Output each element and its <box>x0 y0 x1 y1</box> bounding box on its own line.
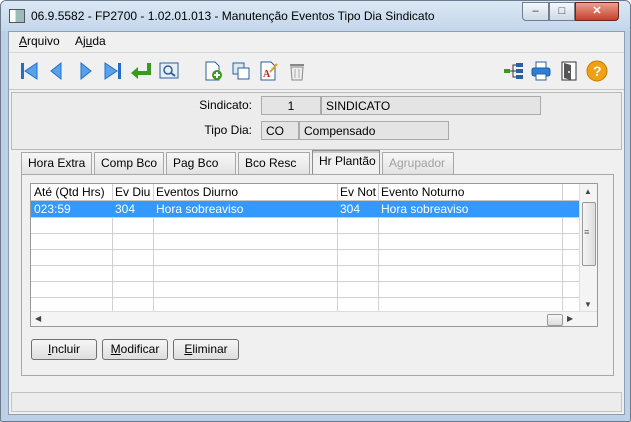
window-title: 06.9.5582 - FP2700 - 1.02.01.013 - Manut… <box>31 9 435 23</box>
status-bar <box>11 392 622 412</box>
eliminar-label: liminar <box>192 342 228 356</box>
scroll-right-icon[interactable]: ▶ <box>567 314 573 323</box>
header-panel: Sindicato: 1 SINDICATO Tipo Dia: CO Comp… <box>11 92 622 150</box>
menu-arquivo[interactable]: Arquivo <box>19 34 60 48</box>
title-bar[interactable]: 06.9.5582 - FP2700 - 1.02.01.013 - Manut… <box>1 1 630 31</box>
exit-icon[interactable] <box>557 59 581 83</box>
client-area: Arquivo Ajuda A ? Sindicato: 1 SINDICATO… <box>8 31 625 415</box>
menu-bar: Arquivo Ajuda <box>9 32 624 52</box>
svg-text:A: A <box>263 69 271 80</box>
scroll-grip-icon: ≡ <box>584 227 590 237</box>
copy-icon[interactable] <box>229 59 253 83</box>
maximize-button[interactable]: □ <box>549 2 575 21</box>
grid-row-line <box>31 281 579 282</box>
grid-row-line <box>31 233 579 234</box>
incluir-button[interactable]: Incluir <box>31 339 97 360</box>
grid-row-line <box>31 249 579 250</box>
cell-ate: 023:59 <box>34 202 71 216</box>
modificar-mnemonic: M <box>110 342 121 356</box>
horizontal-scroll-thumb[interactable] <box>547 314 563 326</box>
grid-row-line <box>31 217 579 218</box>
help-glyph: ? <box>593 63 602 79</box>
events-grid[interactable]: Até (Qtd Hrs) Ev Diu Eventos Diurno Ev N… <box>30 183 598 327</box>
menu-ajuda-label-rest: da <box>92 34 106 48</box>
return-icon[interactable] <box>129 59 153 83</box>
col-header-ev-not[interactable]: Ev Not <box>340 185 376 199</box>
first-icon[interactable] <box>17 59 41 83</box>
next-icon[interactable] <box>73 59 97 83</box>
tab-comp-bco[interactable]: Comp Bco <box>94 152 164 174</box>
tab-agrupador: Agrupador <box>382 152 454 174</box>
menu-arquivo-label: rquivo <box>27 34 60 48</box>
print-icon[interactable] <box>529 59 553 83</box>
close-button[interactable]: ✕ <box>575 2 619 21</box>
tab-content: Até (Qtd Hrs) Ev Diu Eventos Diurno Ev N… <box>21 174 614 376</box>
horizontal-scrollbar[interactable]: ◀ ▶ <box>31 311 597 326</box>
toolbar: A ? <box>9 52 624 90</box>
cell-eventos-diurno: Hora sobreaviso <box>156 202 244 216</box>
grid-header: Até (Qtd Hrs) Ev Diu Eventos Diurno Ev N… <box>31 184 597 201</box>
col-header-evento-noturno[interactable]: Evento Noturno <box>381 185 464 199</box>
delete-icon[interactable] <box>285 59 309 83</box>
tab-hora-extra[interactable]: Hora Extra <box>21 152 92 174</box>
col-header-eventos-diurno[interactable]: Eventos Diurno <box>156 185 238 199</box>
tipo-dia-name-field: Compensado <box>299 121 449 140</box>
cell-ev-not: 304 <box>340 202 361 216</box>
tipo-dia-code-field[interactable]: CO <box>261 121 299 140</box>
edit-icon[interactable]: A <box>257 59 281 83</box>
menu-ajuda-label-pre: Aj <box>75 34 86 48</box>
tipo-dia-label: Tipo Dia: <box>204 123 252 137</box>
cell-ev-diu: 304 <box>115 202 136 216</box>
app-window: 06.9.5582 - FP2700 - 1.02.01.013 - Manut… <box>0 0 631 422</box>
last-icon[interactable] <box>101 59 125 83</box>
menu-arquivo-mnemonic: A <box>19 34 28 48</box>
modificar-button[interactable]: Modificar <box>102 339 168 360</box>
vertical-scroll-thumb[interactable]: ≡ <box>582 202 596 266</box>
scroll-left-icon[interactable]: ◀ <box>35 314 41 323</box>
table-row[interactable]: 023:59 304 Hora sobreaviso 304 Hora sobr… <box>31 201 579 217</box>
eliminar-button[interactable]: Eliminar <box>173 339 239 360</box>
sindicato-label: Sindicato: <box>199 98 252 112</box>
col-header-ate[interactable]: Até (Qtd Hrs) <box>34 185 105 199</box>
incluir-label: ncluir <box>51 342 81 356</box>
zoom-icon[interactable] <box>157 59 181 83</box>
prev-icon[interactable] <box>45 59 69 83</box>
menu-ajuda[interactable]: Ajuda <box>75 34 106 48</box>
structure-icon[interactable] <box>501 59 525 83</box>
cell-evento-noturno: Hora sobreaviso <box>381 202 469 216</box>
tab-pag-bco[interactable]: Pag Bco <box>166 152 236 174</box>
help-icon[interactable]: ? <box>585 59 609 83</box>
app-icon <box>9 9 25 23</box>
sindicato-name-field: SINDICATO <box>321 96 541 115</box>
scroll-up-icon[interactable]: ▲ <box>584 187 592 196</box>
new-icon[interactable] <box>201 59 225 83</box>
tab-hr-plantao[interactable]: Hr Plantão <box>312 150 380 174</box>
modificar-label: odificar <box>120 342 160 356</box>
grid-row-line <box>31 297 579 298</box>
scroll-down-icon[interactable]: ▼ <box>584 300 592 309</box>
vertical-scrollbar[interactable]: ▲ ≡ ▼ <box>579 184 597 314</box>
grid-row-line <box>31 265 579 266</box>
minimize-button[interactable]: – <box>522 2 549 21</box>
sindicato-code-field[interactable]: 1 <box>261 96 321 115</box>
col-header-ev-diu[interactable]: Ev Diu <box>115 185 150 199</box>
tab-bco-resc[interactable]: Bco Resc <box>238 152 310 174</box>
